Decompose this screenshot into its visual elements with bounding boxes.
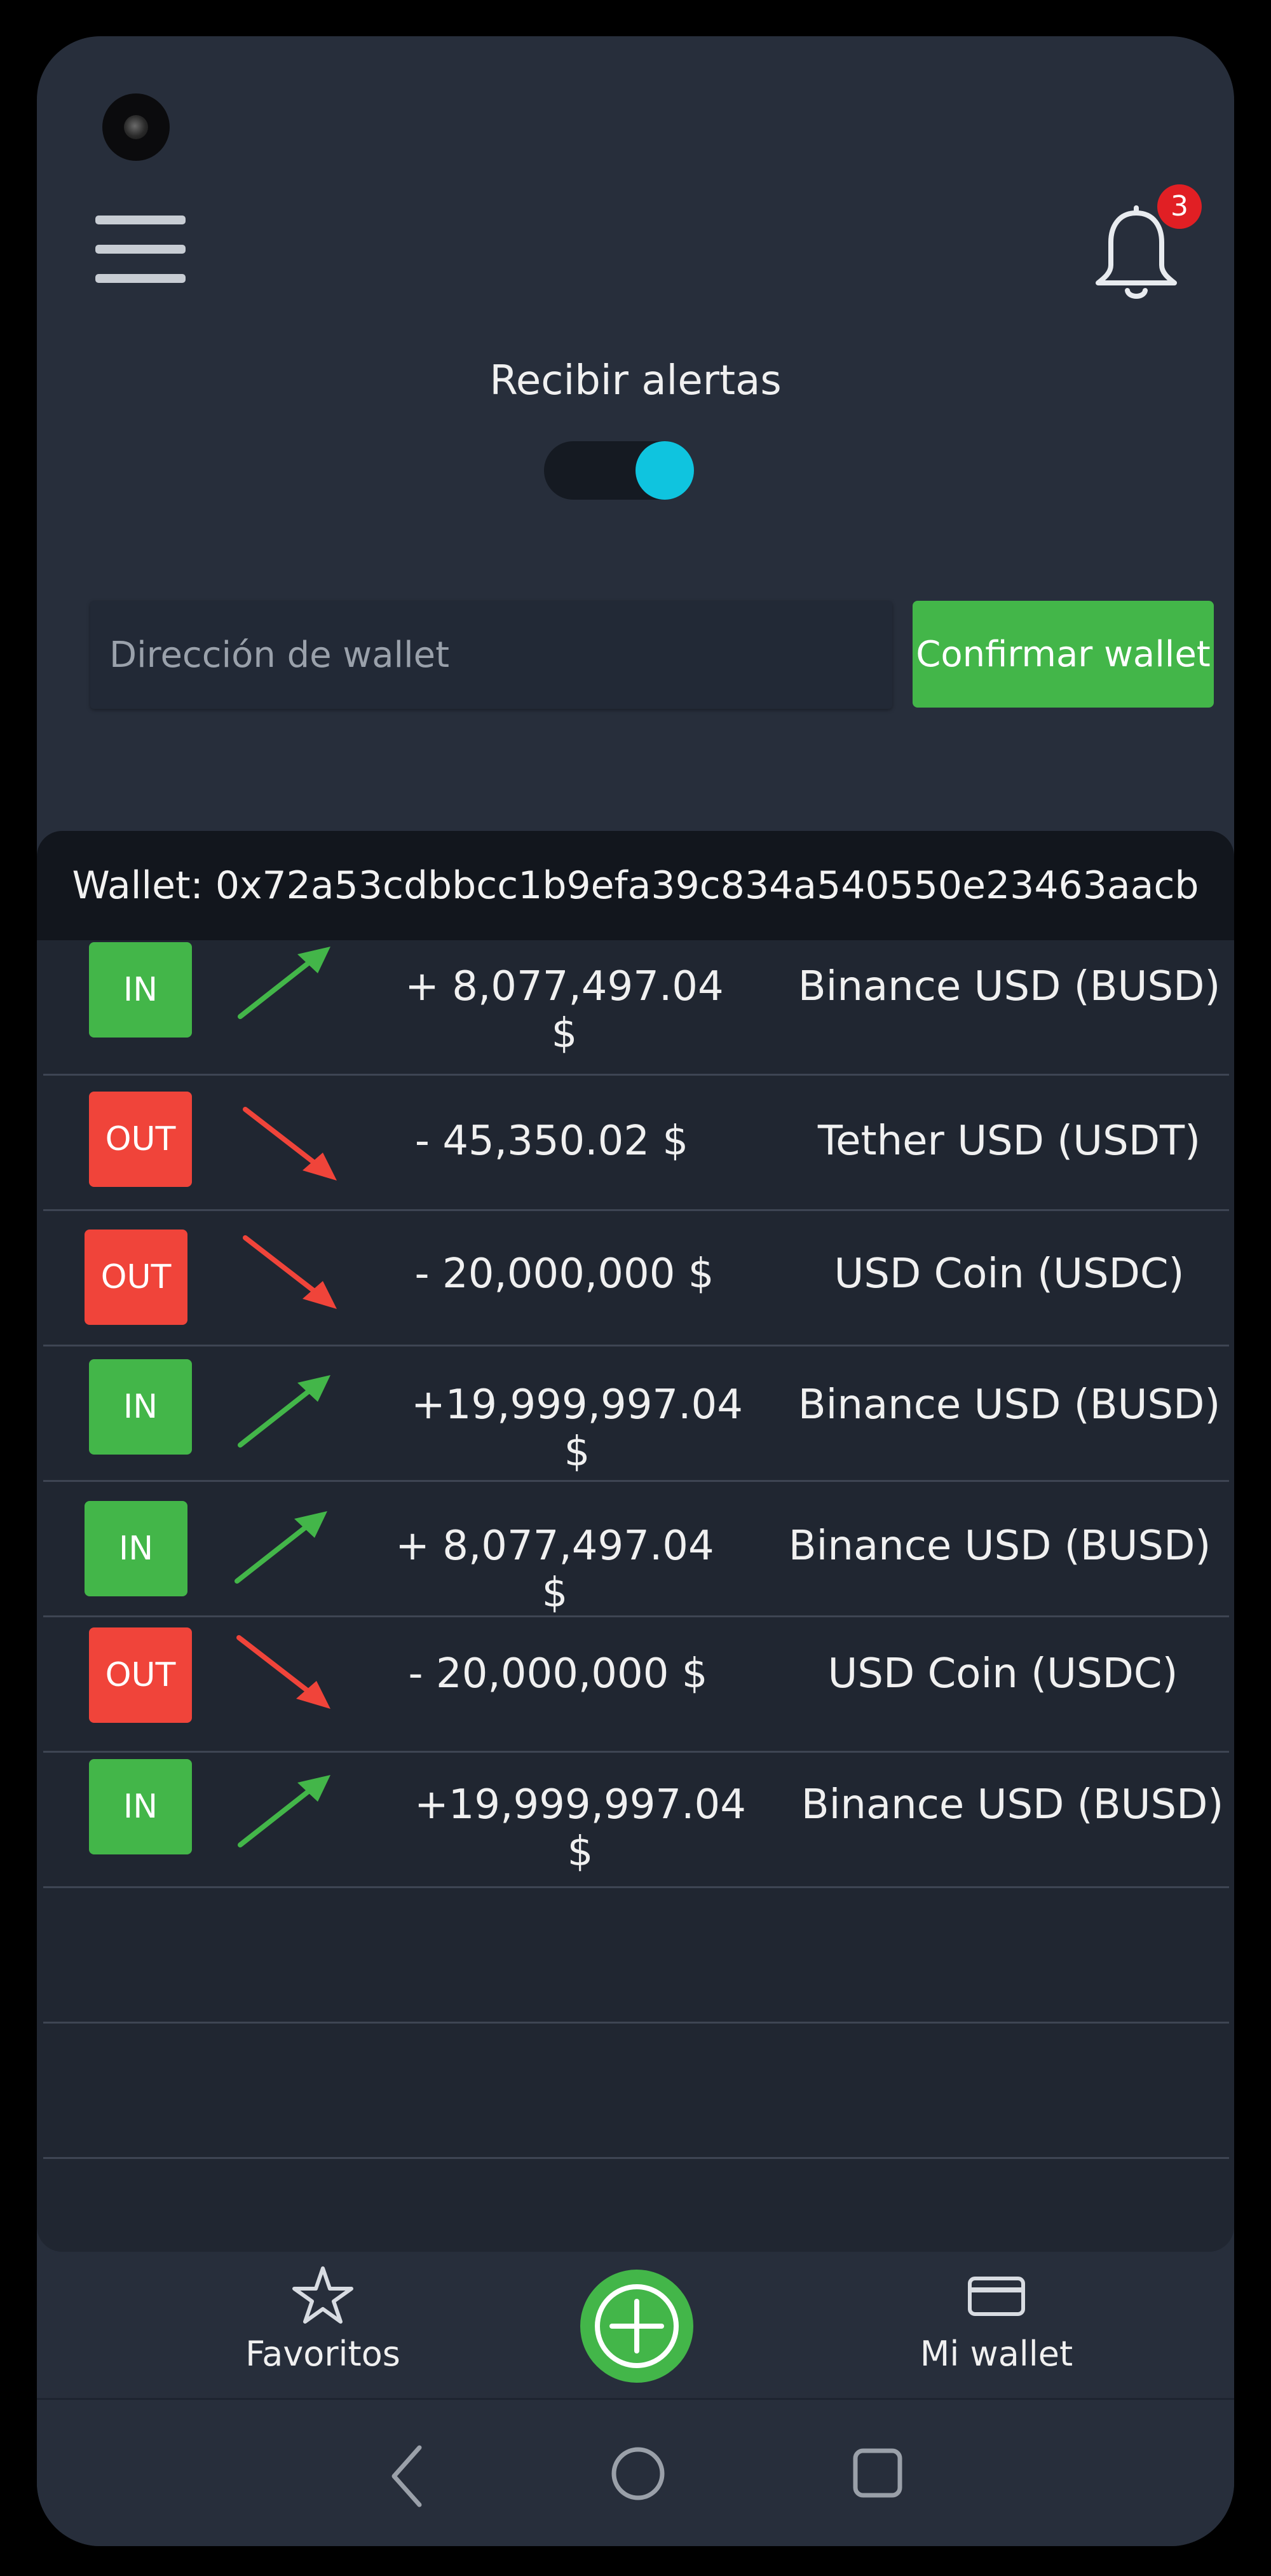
plus-circle-icon bbox=[595, 2284, 679, 2368]
token-name: USD Coin (USDC) bbox=[834, 1250, 1185, 1298]
front-camera bbox=[102, 93, 170, 161]
wallet-address-input[interactable] bbox=[90, 601, 892, 709]
transaction-row[interactable]: OUT - 20,000,000 $ USD Coin (USDC) bbox=[43, 1211, 1229, 1346]
token-name: Binance USD (BUSD) bbox=[798, 963, 1221, 1010]
phone-frame: 3 Recibir alertas Confirmar wallet Walle… bbox=[0, 0, 1271, 2576]
token-name: Binance USD (BUSD) bbox=[801, 1781, 1224, 1828]
direction-badge: OUT bbox=[85, 1230, 187, 1325]
transaction-row[interactable]: IN +19,999,997.04 $ Binance USD (BUSD) bbox=[43, 1753, 1229, 1888]
transaction-amount: - 45,350.02 $ bbox=[414, 1118, 689, 1165]
transaction-amount: - 20,000,000 $ bbox=[414, 1250, 714, 1298]
wallet-address-header: Wallet: 0x72a53cdbbcc1b9efa39c834a540550… bbox=[37, 831, 1234, 940]
transaction-amount: +19,999,997.04 $ bbox=[414, 1781, 746, 1875]
wallet-transactions-card: Wallet: 0x72a53cdbbcc1b9efa39c834a540550… bbox=[37, 831, 1234, 2252]
app-screen: 3 Recibir alertas Confirmar wallet Walle… bbox=[37, 36, 1234, 2546]
token-name: Tether USD (USDT) bbox=[817, 1118, 1201, 1165]
nav-wallet[interactable]: Mi wallet bbox=[901, 2264, 1092, 2374]
direction-badge: OUT bbox=[89, 1627, 192, 1723]
transaction-row[interactable]: IN +19,999,997.04 $ Binance USD (BUSD) bbox=[43, 1346, 1229, 1482]
arrow-up-right-icon bbox=[238, 1775, 330, 1847]
direction-badge: IN bbox=[89, 1759, 192, 1854]
transaction-amount: + 8,077,497.04 $ bbox=[405, 963, 724, 1057]
alerts-toggle[interactable] bbox=[544, 441, 694, 500]
transaction-amount: +19,999,997.04 $ bbox=[411, 1381, 743, 1476]
transaction-row[interactable]: IN + 8,077,497.04 $ Binance USD (BUSD) bbox=[43, 1482, 1229, 1617]
arrow-down-right-icon bbox=[236, 1635, 330, 1709]
menu-icon[interactable] bbox=[95, 216, 186, 283]
direction-badge: IN bbox=[89, 942, 192, 1038]
empty-row bbox=[43, 2024, 1229, 2159]
card-icon bbox=[968, 2277, 1025, 2316]
token-name: USD Coin (USDC) bbox=[827, 1650, 1178, 1697]
nav-favorites[interactable]: Favoritos bbox=[228, 2264, 418, 2374]
empty-row bbox=[43, 1888, 1229, 2024]
confirm-wallet-button[interactable]: Confirmar wallet bbox=[913, 601, 1214, 708]
alerts-label: Recibir alertas bbox=[489, 357, 782, 404]
transaction-row[interactable]: OUT - 20,000,000 $ USD Coin (USDC) bbox=[43, 1617, 1229, 1753]
arrow-down-right-icon bbox=[243, 1107, 337, 1181]
token-name: Binance USD (BUSD) bbox=[788, 1523, 1211, 1570]
transaction-row[interactable]: IN + 8,077,497.04 $ Binance USD (BUSD) bbox=[43, 940, 1229, 1076]
nav-wallet-label: Mi wallet bbox=[920, 2334, 1073, 2374]
back-icon[interactable] bbox=[380, 2441, 437, 2511]
token-name: Binance USD (BUSD) bbox=[798, 1381, 1221, 1428]
nav-favorites-label: Favoritos bbox=[245, 2334, 400, 2374]
home-icon[interactable] bbox=[609, 2444, 667, 2503]
notification-badge: 3 bbox=[1157, 184, 1202, 229]
add-button[interactable] bbox=[580, 2270, 693, 2383]
transaction-amount: - 20,000,000 $ bbox=[408, 1650, 708, 1697]
arrow-up-right-icon bbox=[234, 1511, 327, 1584]
star-icon bbox=[292, 2266, 353, 2324]
arrow-down-right-icon bbox=[243, 1235, 337, 1309]
arrow-up-right-icon bbox=[238, 1375, 330, 1448]
direction-badge: IN bbox=[89, 1359, 192, 1455]
direction-badge: IN bbox=[85, 1501, 187, 1596]
direction-badge: OUT bbox=[89, 1092, 192, 1187]
arrow-up-right-icon bbox=[238, 947, 330, 1019]
transaction-amount: + 8,077,497.04 $ bbox=[395, 1523, 714, 1617]
transaction-row[interactable]: OUT - 45,350.02 $ Tether USD (USDT) bbox=[43, 1076, 1229, 1211]
system-nav-bar bbox=[37, 2398, 1234, 2546]
toggle-knob bbox=[636, 441, 694, 500]
recents-icon[interactable] bbox=[850, 2446, 905, 2500]
